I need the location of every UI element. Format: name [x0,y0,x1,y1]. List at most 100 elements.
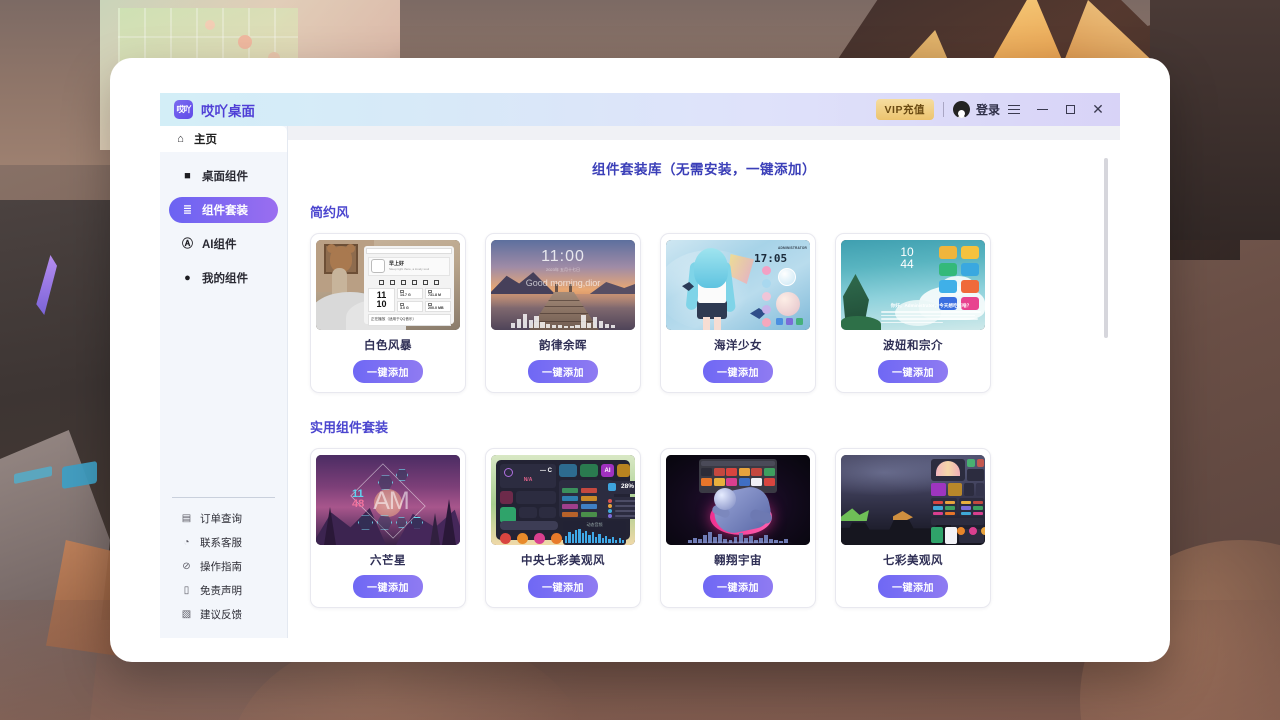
wallpaper-dot [238,35,252,49]
suite-thumbnail: AM 11 48 [316,455,460,545]
suite-thumbnail: — C N/A AI [491,455,635,545]
content-area: 组件套装库（无需安装，一键添加） 简约风 [288,126,1120,638]
sidebar-spacer [160,291,287,497]
thumb-playing: 正在播放（适用于QQ音乐） [371,317,416,322]
app-inner-frame: 哎吖 哎吖桌面 VIP充值 登录 ✕ [160,93,1120,638]
suite-card-name: 翱翔宇宙 [714,552,762,568]
desktop-wallpaper: 哎吖 哎吖桌面 VIP充值 登录 ✕ [0,0,1280,720]
sidebar-nav: ■ 桌面组件 ≣ 组件套装 Ⓐ AI组件 ● 我 [160,152,287,291]
scrollbar-thumb[interactable] [1104,158,1108,338]
sidebar-item-label: 我的组件 [202,270,248,286]
app-logo-icon: 哎吖 [174,100,193,119]
card-row-practical: AM 11 48 六芒星 一键添加 [288,436,1120,608]
sidebar-item-home[interactable]: ⌂ 主页 [160,126,287,152]
title-bar: 哎吖 哎吖桌面 VIP充值 登录 ✕ [160,93,1120,126]
add-suite-button[interactable]: 一键添加 [878,575,948,598]
card-row-minimal: 早上好 Sleep tight there, a lovely soul 11 … [288,221,1120,393]
sidebar-divider [172,497,275,498]
thumb-greeting-sub: Sleep tight there, a lovely soul [389,267,429,271]
headset-icon: ◔ [180,538,193,548]
sidebar-link-feedback[interactable]: ▧ 建议反馈 [160,607,287,622]
sidebar-links: ▤ 订单查询 ◔ 联系客服 ⊘ 操作指南 ▯ 免 [160,511,287,638]
suite-thumbnail: 早上好 Sleep tight there, a lovely soul 11 … [316,240,460,330]
suite-card[interactable]: 翱翔宇宙 一键添加 [660,448,816,608]
suite-thumbnail: 10 44 你好，Administrator，今天想吃点啥？ [841,240,985,330]
sidebar-item-desktop-widgets[interactable]: ■ 桌面组件 [169,163,278,189]
thumb-ampm: AM [356,487,426,516]
thumb-icon-column [762,266,771,330]
sidebar-link-label: 订单查询 [200,511,242,526]
suite-thumbnail: 11:00 2023年 五月十七日 Good morning,dior [491,240,635,330]
suite-card-name: 白色风暴 [364,337,412,353]
menu-button[interactable] [1000,97,1028,123]
monitor-icon: ■ [181,171,194,182]
sidebar-item-home-label: 主页 [194,131,217,147]
suite-card-name: 海洋少女 [714,337,762,353]
add-suite-button[interactable]: 一键添加 [528,360,598,383]
app-window: 哎吖 哎吖桌面 VIP充值 登录 ✕ [110,58,1170,662]
feedback-icon: ▧ [180,610,193,620]
layers-icon: ≣ [181,205,194,216]
login-button[interactable]: 登录 [976,101,1000,118]
sidebar-item-label: 组件套装 [202,202,248,218]
suite-card[interactable]: — C N/A AI [485,448,641,608]
thumb-app-grid [701,468,775,486]
sidebar-link-order-query[interactable]: ▤ 订单查询 [160,511,287,526]
maximize-button[interactable] [1056,97,1084,123]
suite-card[interactable]: AM 11 48 六芒星 一键添加 [310,448,466,608]
minimize-button[interactable] [1028,97,1056,123]
document-icon: ▯ [180,586,193,596]
sidebar-link-user-guide[interactable]: ⊘ 操作指南 [160,559,287,574]
sidebar-link-label: 建议反馈 [200,607,242,622]
sidebar-link-contact-support[interactable]: ◔ 联系客服 [160,535,287,550]
avatar[interactable] [953,101,970,118]
thumb-greeting: Good morning,dior [491,278,635,288]
clipboard-icon: ▤ [180,514,193,524]
thumb-app-icons [939,246,981,310]
add-suite-button[interactable]: 一键添加 [353,575,423,598]
sidebar-item-widget-suites[interactable]: ≣ 组件套装 [169,197,278,223]
add-suite-button[interactable]: 一键添加 [703,575,773,598]
thumb-minute: 48 [352,499,364,509]
sidebar-item-my-widgets[interactable]: ● 我的组件 [169,265,278,291]
guide-circle-icon: ⊘ [180,562,193,572]
suite-thumbnail [841,455,985,545]
wallpaper-dot [205,20,215,30]
thumb-minute: 44 [883,258,931,270]
sidebar-item-ai-widgets[interactable]: Ⓐ AI组件 [169,231,278,257]
section-title-minimal: 简约风 [310,202,1120,221]
suite-card[interactable]: 10 44 你好，Administrator，今天想吃点啥？ [835,233,991,393]
add-suite-button[interactable]: 一键添加 [528,575,598,598]
thumb-viz-title: 动态音频 [563,522,626,528]
sidebar-link-label: 联系客服 [200,535,242,550]
brand: 哎吖 哎吖桌面 [174,100,255,120]
hamburger-icon [1008,105,1020,114]
suite-card-name: 波妞和宗介 [883,337,943,353]
suite-card[interactable]: ADMINISTRATOR 17:05 [660,233,816,393]
suite-thumbnail: ADMINISTRATOR 17:05 [666,240,810,330]
vip-recharge-button[interactable]: VIP充值 [876,99,934,120]
content-top-strip [288,126,1120,140]
scrollbar-track[interactable] [1110,140,1114,620]
add-suite-button[interactable]: 一键添加 [353,360,423,383]
cat-face-icon: ● [181,273,194,284]
suite-card[interactable]: 七彩美观风 一键添加 [835,448,991,608]
thumb-equalizer [511,310,615,328]
suite-card[interactable]: 11:00 2023年 五月十七日 Good morning,dior [485,233,641,393]
suite-thumbnail [666,455,810,545]
thumb-date: 2023年 五月十七日 [491,267,635,273]
sidebar: ⌂ 主页 ■ 桌面组件 ≣ 组件套装 Ⓐ [160,126,288,638]
thumb-stat: 3.0 G [400,306,409,310]
maximize-icon [1066,105,1075,114]
suite-card[interactable]: 早上好 Sleep tight there, a lovely soul 11 … [310,233,466,393]
thumb-temp: — C [540,468,552,474]
thumb-dot-row [500,533,562,544]
sidebar-link-disclaimer[interactable]: ▯ 免责声明 [160,583,287,598]
suite-card-name: 六芒星 [370,552,406,568]
thumb-minute: 10 [376,300,386,309]
close-button[interactable]: ✕ [1084,97,1112,123]
add-suite-button[interactable]: 一键添加 [878,360,948,383]
thumb-button-row [776,318,803,325]
minimize-icon [1037,109,1048,110]
add-suite-button[interactable]: 一键添加 [703,360,773,383]
